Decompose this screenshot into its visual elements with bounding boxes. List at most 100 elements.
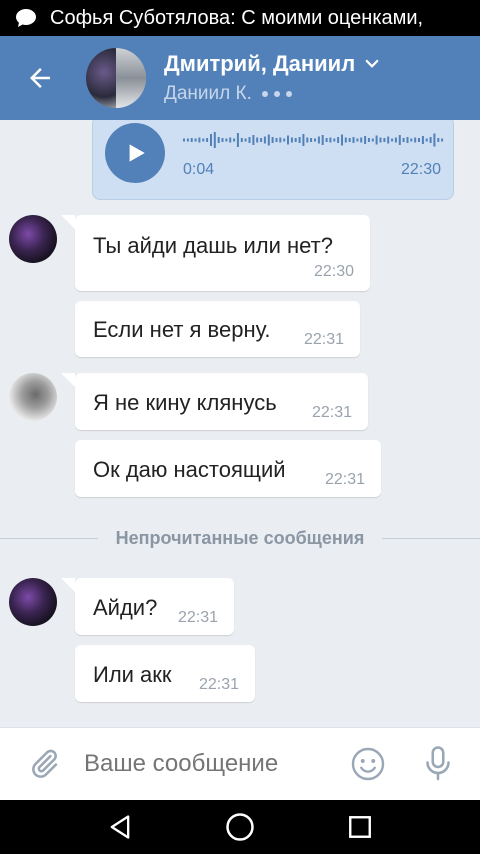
chat-info[interactable]: Дмитрий, Даниил Даниил К.	[164, 51, 381, 105]
chat-header: Дмитрий, Даниил Даниил К.	[0, 36, 480, 120]
waveform-bar	[441, 138, 444, 142]
message-text: Айди?	[93, 595, 158, 620]
waveform-bar	[333, 138, 336, 142]
waveform-bar	[325, 138, 328, 142]
voice-duration: 0:04	[183, 161, 215, 178]
waveform-bar	[317, 136, 320, 144]
back-triangle-icon	[110, 815, 130, 839]
message-bubble[interactable]: Или акк 22:31	[75, 645, 255, 702]
waveform-bar	[321, 135, 324, 145]
back-button[interactable]	[10, 36, 70, 120]
paperclip-icon	[32, 749, 58, 778]
unread-divider-label: Непрочитанные сообщения	[115, 527, 365, 548]
waveform-bar	[429, 137, 432, 143]
message-bubble[interactable]: Айди? 22:31	[61, 578, 234, 635]
waveform-bar	[433, 133, 436, 147]
nav-home-button[interactable]	[222, 809, 258, 845]
message-time: 22:31	[324, 471, 365, 488]
chevron-down-icon	[365, 59, 379, 68]
message-bubble[interactable]: Я не кину клянусь 22:31	[61, 373, 368, 430]
notification-text: Софья Суботялова: С моими оценками,	[50, 6, 424, 29]
waveform-bar	[383, 138, 386, 142]
waveform-bar	[267, 134, 270, 146]
waveform-bar	[348, 138, 351, 142]
chat-bubble-icon	[16, 9, 36, 27]
waveform-bar	[387, 136, 390, 144]
waveform-bar	[183, 138, 185, 142]
waveform-bar	[194, 138, 197, 142]
arrow-left-icon	[30, 68, 50, 88]
unread-divider: Непрочитанные сообщения	[0, 526, 480, 550]
emoji-button[interactable]	[350, 746, 386, 782]
waveform-bar	[402, 138, 405, 142]
message-bubble[interactable]: Ок даю настоящий 22:31	[75, 440, 381, 497]
voice-message: 0:04 22:30	[92, 120, 454, 200]
message-time: 22:30	[313, 263, 354, 280]
chat-title-label: Дмитрий, Даниил	[164, 51, 356, 76]
recents-square-icon	[349, 816, 371, 838]
waveform-bar	[233, 138, 236, 142]
waveform-bar	[367, 138, 370, 142]
waveform-bar	[418, 138, 420, 142]
waveform-bar	[391, 138, 394, 142]
waveform-bar	[221, 138, 224, 142]
waveform-bar	[198, 137, 201, 143]
chat-subtitle: Даниил К.	[164, 83, 381, 105]
message-bubble[interactable]: Если нет я верну. 22:31	[75, 301, 360, 357]
message-bubble[interactable]: Ты айди дашь или нет? 22:30	[61, 215, 370, 291]
system-navbar	[0, 800, 480, 854]
nav-back-button[interactable]	[102, 809, 138, 845]
waveform-bar	[240, 138, 243, 142]
message-input[interactable]	[84, 750, 324, 778]
waveform-bar	[406, 137, 409, 143]
waveform-bar	[314, 138, 316, 142]
play-button[interactable]	[105, 123, 165, 183]
microphone-button[interactable]	[420, 744, 456, 784]
message-text: Я не кину клянусь	[93, 390, 277, 415]
waveform-bar	[271, 137, 274, 143]
waveform-bar	[344, 137, 347, 143]
message-text: Ок даю настоящий	[93, 457, 286, 482]
message-composer	[0, 727, 480, 800]
waveform-bar	[248, 137, 251, 143]
waveform-bar	[263, 136, 266, 144]
waveform-bar	[283, 138, 286, 142]
waveform-bar	[252, 135, 255, 145]
waveform-bar	[364, 136, 367, 144]
waveform[interactable]	[183, 129, 445, 151]
typing-user: Даниил К.	[164, 83, 252, 104]
waveform-bar	[190, 138, 193, 142]
microphone-icon	[426, 746, 450, 781]
waveform-bar	[310, 138, 313, 142]
group-avatar[interactable]	[86, 48, 146, 108]
typing-dots-icon	[261, 91, 292, 97]
smiley-icon	[351, 747, 385, 781]
waveform-bar	[236, 133, 239, 147]
nav-recents-button[interactable]	[342, 809, 378, 845]
attach-button[interactable]	[24, 744, 64, 784]
home-circle-icon	[226, 813, 254, 841]
waveform-bar	[371, 138, 374, 142]
waveform-bar	[217, 137, 220, 143]
message-list[interactable]: 0:04 22:30 Ты айди дашь или нет? 22:30 Е…	[0, 120, 480, 727]
waveform-bar	[256, 137, 259, 143]
avatar[interactable]	[9, 215, 57, 263]
waveform-bar	[225, 138, 228, 142]
avatar[interactable]	[9, 373, 57, 421]
waveform-bar	[356, 138, 359, 142]
message-text: Если нет я верну.	[93, 317, 271, 342]
waveform-bar	[294, 138, 297, 142]
waveform-bar	[206, 138, 209, 142]
waveform-bar	[213, 132, 216, 148]
waveform-bar	[425, 138, 428, 142]
waveform-bar	[275, 138, 278, 142]
message-text: Или акк	[93, 662, 172, 687]
waveform-bar	[186, 138, 189, 142]
avatar[interactable]	[9, 578, 57, 626]
waveform-bar	[379, 137, 382, 143]
waveform-bar	[210, 134, 212, 146]
waveform-bar	[279, 137, 282, 143]
waveform-bar	[394, 137, 397, 143]
waveform-bar	[260, 138, 263, 142]
waveform-bar	[360, 137, 363, 143]
